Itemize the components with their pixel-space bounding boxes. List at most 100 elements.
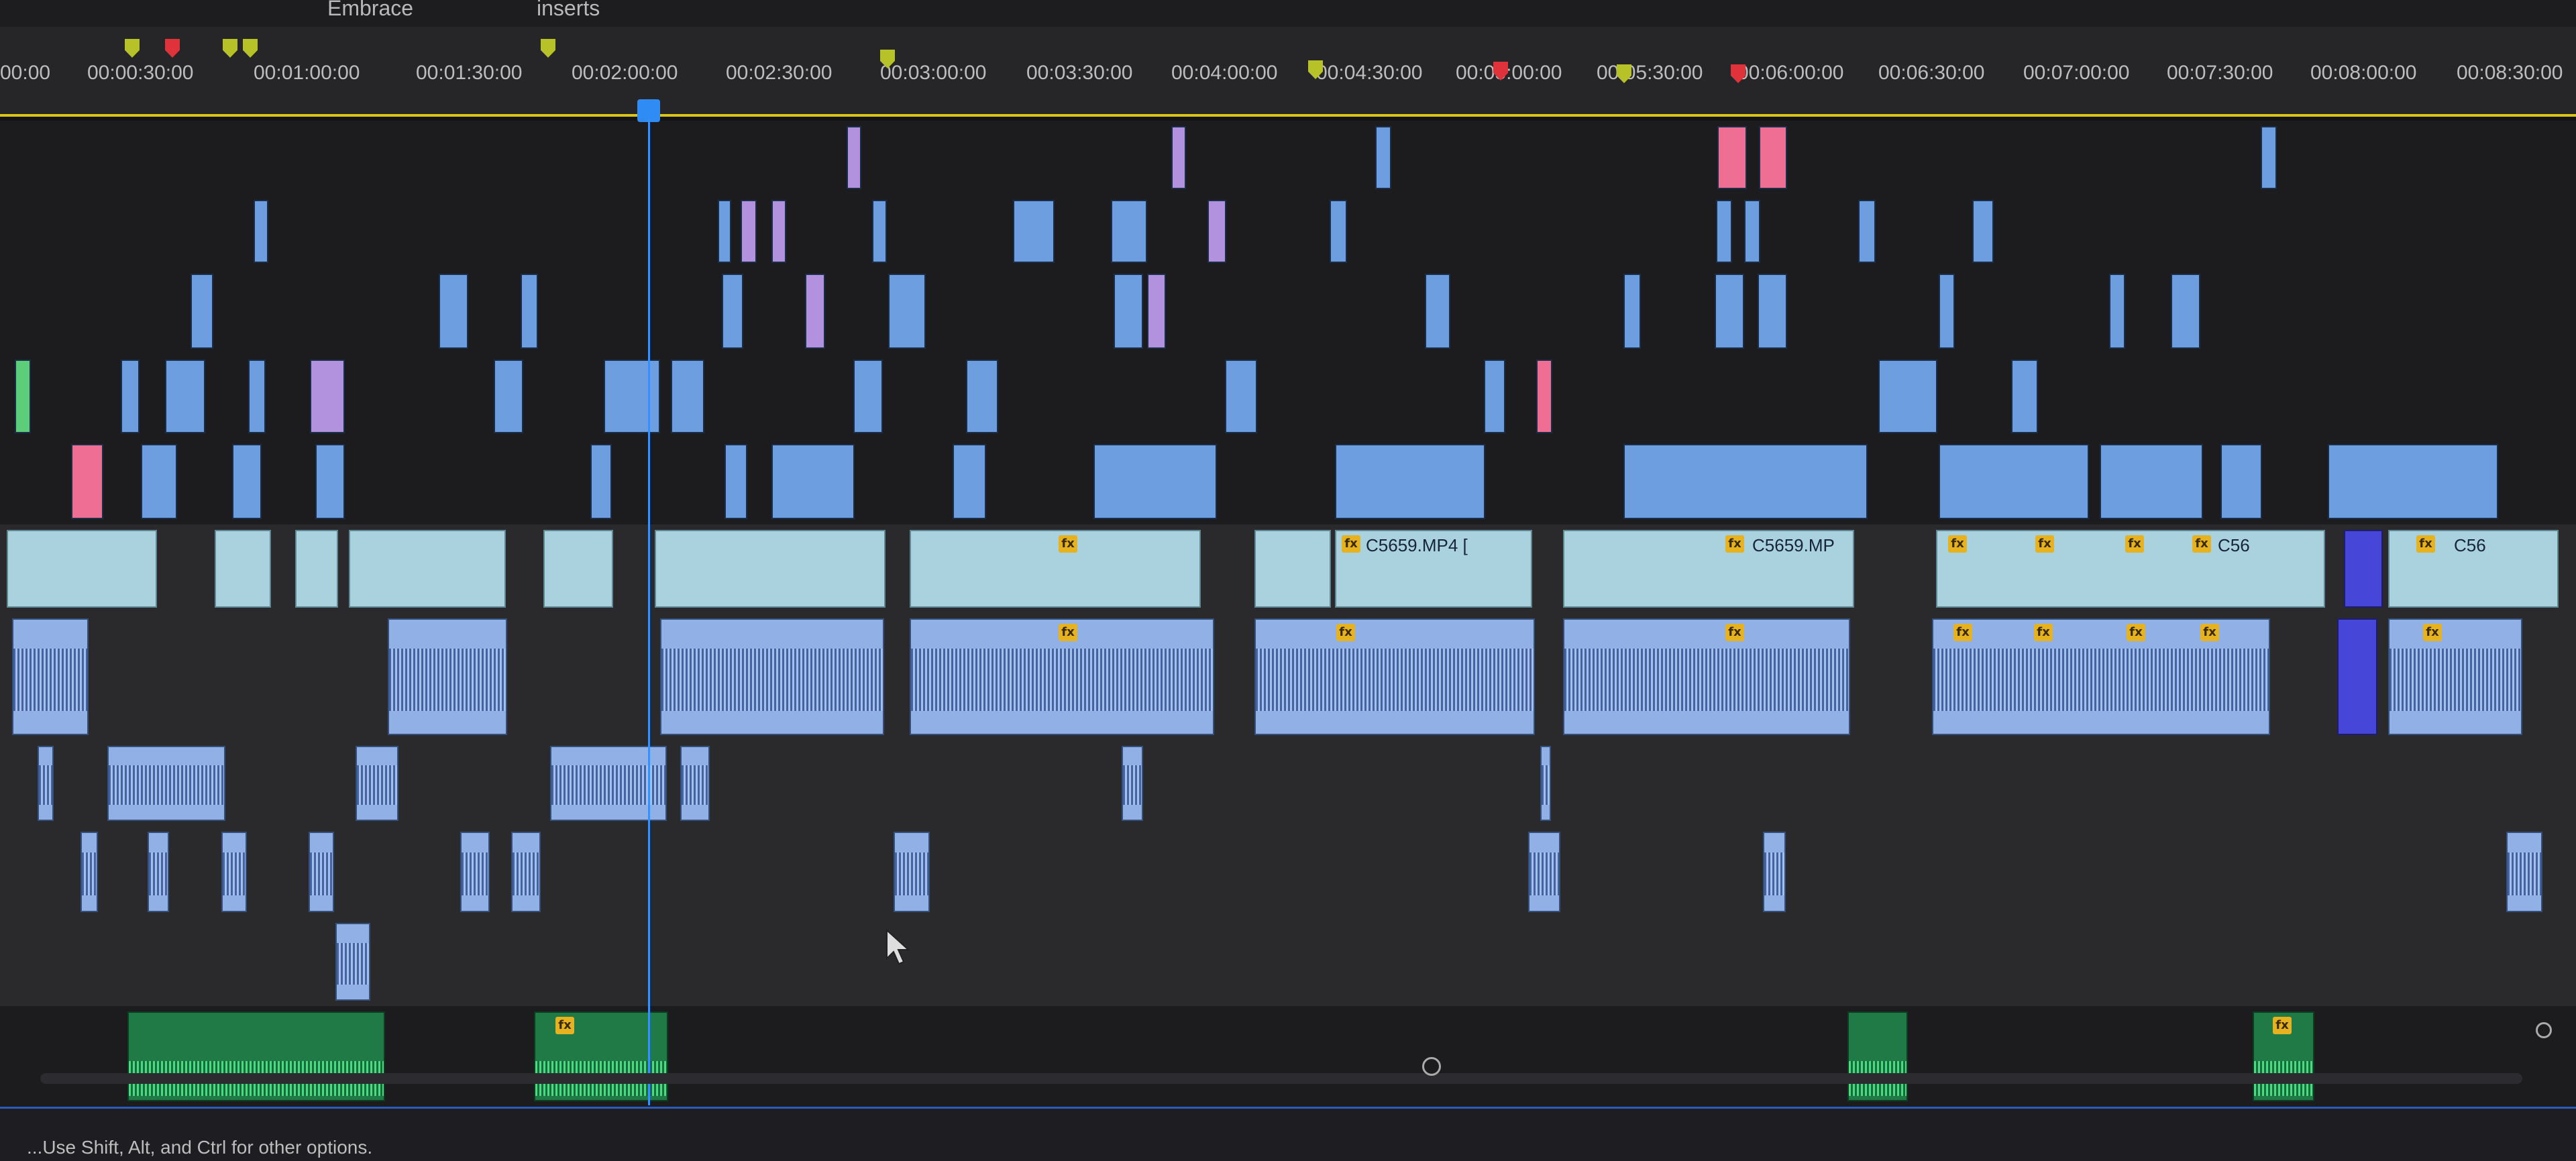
timeline-clip[interactable]: fx C5659.MP (1563, 530, 1854, 608)
timeline-clip[interactable] (1858, 200, 1876, 263)
timeline-clip[interactable] (15, 360, 31, 433)
timeline-clip[interactable] (722, 274, 743, 349)
audio-clip[interactable] (335, 923, 370, 1001)
timeline-clip[interactable] (655, 530, 885, 608)
timeline-clip[interactable]: fx C56 (2388, 530, 2559, 608)
audio-clip[interactable] (388, 618, 507, 735)
timeline-clip[interactable] (1744, 200, 1760, 263)
timeline-clip[interactable] (349, 530, 506, 608)
timeline-clip[interactable] (771, 200, 786, 263)
timeline-clip[interactable] (254, 200, 268, 263)
timeline-clip[interactable] (1208, 200, 1226, 263)
timeline-clip[interactable] (1623, 274, 1641, 349)
timeline-clip[interactable] (1939, 444, 2089, 519)
track-height-handle[interactable] (2536, 1022, 2552, 1038)
audio-clip[interactable] (107, 746, 225, 821)
timeline-clip[interactable]: fx (910, 530, 1201, 608)
timeline-clip[interactable] (165, 360, 205, 433)
timeline-clip[interactable] (232, 444, 262, 519)
timeline-clip[interactable] (1114, 274, 1143, 349)
timeline-clip[interactable] (771, 444, 855, 519)
timeline-clip[interactable] (1716, 200, 1732, 263)
audio-clip[interactable] (356, 746, 398, 821)
timeline-clip[interactable] (590, 444, 612, 519)
audio-clip[interactable]: fx (1563, 618, 1850, 735)
audio-clip[interactable] (1122, 746, 1143, 821)
audio-clip[interactable] (80, 832, 98, 912)
timeline-clip[interactable] (215, 530, 271, 608)
timeline-clip[interactable] (1878, 360, 1937, 433)
timeline-clip[interactable] (847, 126, 861, 189)
timeline-clip[interactable] (1484, 360, 1505, 433)
timeline-clip[interactable] (315, 444, 345, 519)
timeline-horizontal-scrollbar[interactable] (40, 1073, 2522, 1084)
timeline-clip[interactable] (1939, 274, 1955, 349)
audio-clip[interactable] (460, 832, 490, 912)
timeline-clip[interactable] (439, 274, 468, 349)
timeline-clip[interactable] (604, 360, 660, 433)
audio-clip[interactable]: fx (910, 618, 1214, 735)
timeline-clip[interactable] (718, 200, 731, 263)
timeline-clip[interactable] (888, 274, 926, 349)
timeline-clip[interactable]: fx fx fx fx C56 (1936, 530, 2325, 608)
timeline-clip[interactable] (2344, 530, 2383, 608)
tab-embrace[interactable]: Embrace (327, 0, 413, 21)
timeline-clip[interactable] (1425, 274, 1450, 349)
timeline-clip[interactable] (248, 360, 266, 433)
timeline-clip[interactable] (191, 274, 213, 349)
audio-clip[interactable] (148, 832, 169, 912)
audio-clip[interactable] (1528, 832, 1560, 912)
music-clip[interactable] (1847, 1011, 1908, 1101)
timeline-clip[interactable] (724, 444, 747, 519)
timeline-clip[interactable] (1111, 200, 1147, 263)
timeline-clip[interactable] (2328, 444, 2498, 519)
timeline-clip[interactable] (543, 530, 613, 608)
timeline-clip[interactable] (2109, 274, 2125, 349)
audio-clip[interactable]: fx (1254, 618, 1535, 735)
timeline-clip[interactable] (1972, 200, 1994, 263)
audio-clip[interactable]: fx fx fx fx (1932, 618, 2270, 735)
audio-clip[interactable] (2506, 832, 2542, 912)
playhead-handle[interactable] (637, 99, 660, 122)
timeline-clip[interactable] (1717, 126, 1747, 189)
timeline-clip[interactable] (853, 360, 883, 433)
scrollbar-handle[interactable] (1422, 1057, 1441, 1076)
marker-yellow[interactable] (243, 39, 258, 58)
timeline-clip[interactable] (1536, 360, 1552, 433)
timeline-clip[interactable] (1623, 444, 1868, 519)
timeline-clip[interactable] (953, 444, 986, 519)
marker-yellow[interactable] (541, 39, 555, 58)
audio-clip[interactable] (221, 832, 247, 912)
timeline-clip[interactable] (1171, 126, 1186, 189)
playhead-line[interactable] (648, 119, 650, 1105)
timeline-clip[interactable] (1147, 274, 1166, 349)
timeline-clip[interactable] (121, 360, 140, 433)
timeline-ruler[interactable]: 00:00 00:00:30:00 00:01:00:00 00:01:30:0… (0, 27, 2576, 117)
audio-clip[interactable] (1540, 746, 1551, 821)
timeline-clip[interactable] (872, 200, 887, 263)
timeline-clip[interactable] (7, 530, 157, 608)
timeline-clip[interactable] (1093, 444, 1217, 519)
audio-clip[interactable] (309, 832, 334, 912)
audio-clip[interactable]: fx (2388, 618, 2522, 735)
audio-clip[interactable] (12, 618, 89, 735)
timeline-clip[interactable] (805, 274, 825, 349)
audio-clip[interactable] (680, 746, 710, 821)
audio-clip[interactable] (511, 832, 541, 912)
timeline-clip[interactable] (966, 360, 998, 433)
music-clip[interactable] (127, 1011, 385, 1101)
timeline-clip[interactable] (741, 200, 757, 263)
audio-clip[interactable] (1763, 832, 1786, 912)
timeline-clip[interactable] (1759, 126, 1787, 189)
timeline-clip[interactable] (1254, 530, 1331, 608)
timeline-clip[interactable] (521, 274, 538, 349)
timeline-clip[interactable] (310, 360, 345, 433)
timeline-clip[interactable] (141, 444, 177, 519)
timeline-clip[interactable] (1013, 200, 1055, 263)
marker-red[interactable] (165, 39, 180, 58)
timeline-clip[interactable] (2011, 360, 2038, 433)
tab-inserts[interactable]: inserts (537, 0, 600, 21)
timeline-clip[interactable] (71, 444, 103, 519)
timeline-clip[interactable] (671, 360, 704, 433)
timeline-clip[interactable] (2171, 274, 2200, 349)
